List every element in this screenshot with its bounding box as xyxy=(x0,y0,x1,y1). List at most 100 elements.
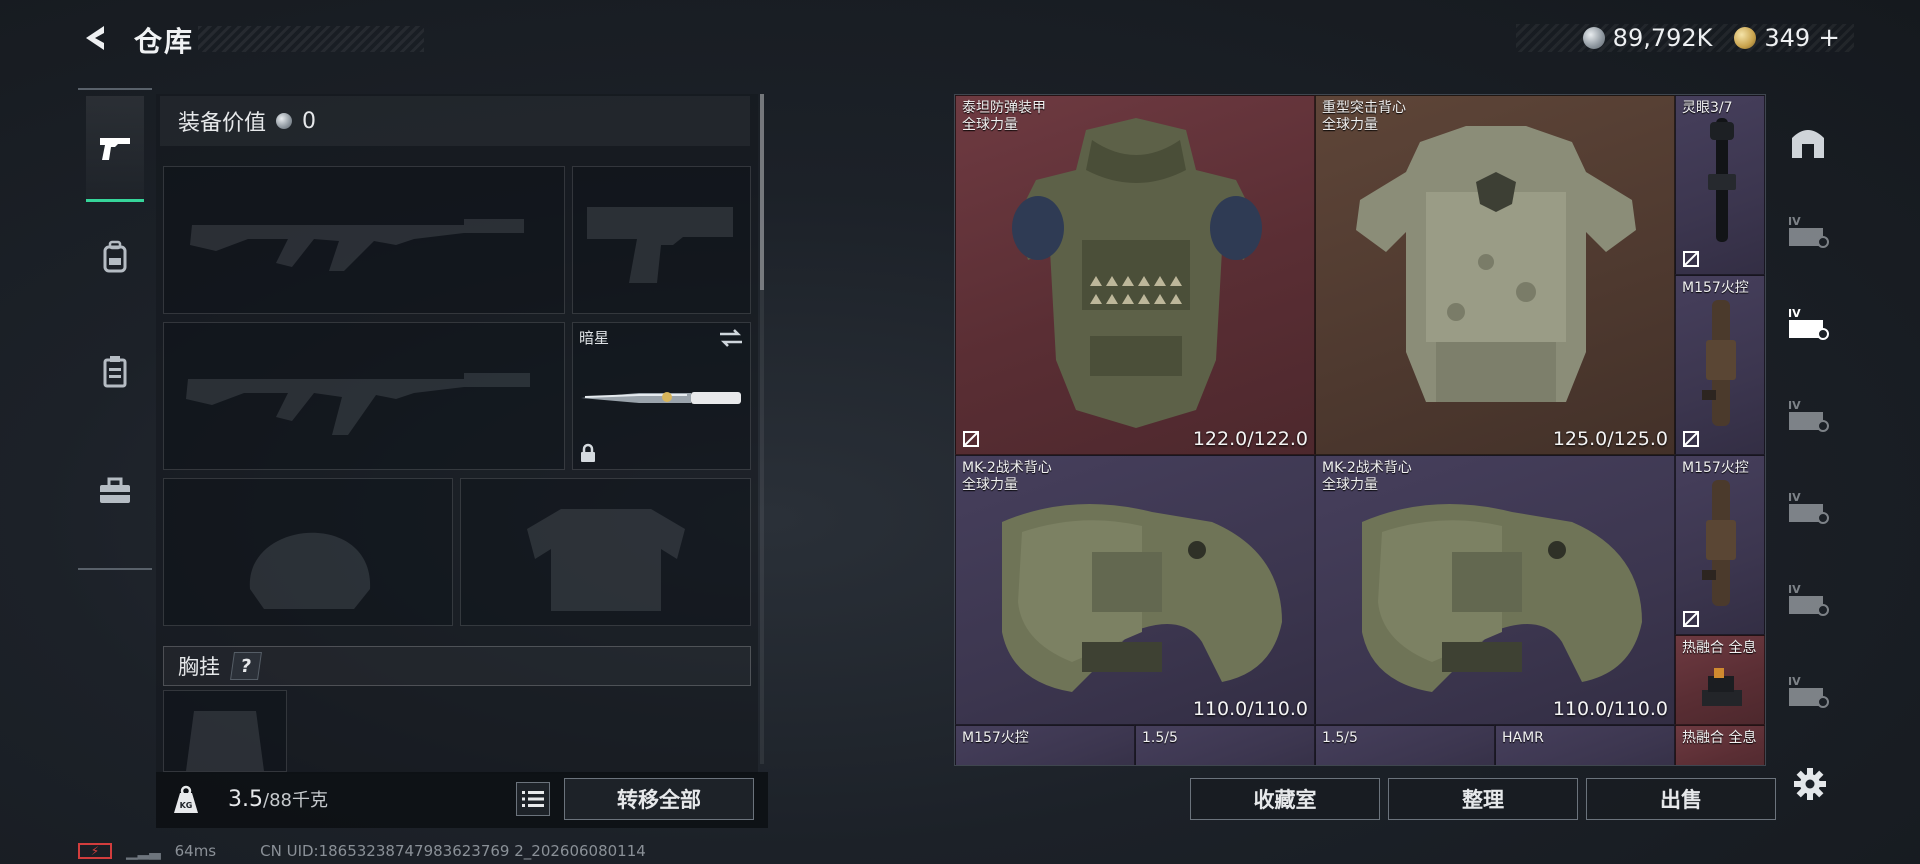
weight-icon: KG xyxy=(174,785,198,813)
inventory-item[interactable]: 重型突击背心 全球力量 125.0/125.0 xyxy=(1315,95,1675,455)
item-name: 1.5/5 xyxy=(1322,730,1358,746)
gear-icon xyxy=(1794,768,1826,800)
rail-item-backpack[interactable] xyxy=(86,204,144,310)
inventory-item[interactable]: HAMR xyxy=(1495,725,1675,765)
equipment-value-row: 装备价值 0 xyxy=(160,96,750,146)
category-rail xyxy=(78,88,152,570)
inventory-grid[interactable]: 泰坦防弹装甲 全球力量 122.0/122.0 重型突击背心 全球力量 125.… xyxy=(954,94,1766,766)
inventory-item[interactable]: 灵眼3/7 xyxy=(1675,95,1765,275)
item-name: MK-2战术背心 xyxy=(1322,460,1412,476)
storage-tab-4[interactable]: IV xyxy=(1786,486,1830,530)
currency-bar: 89,792K 349 + xyxy=(1516,23,1854,53)
pistol-icon xyxy=(100,137,130,160)
item-name: 灵眼3/7 xyxy=(1682,100,1733,116)
storage-tab-4-icon: IV xyxy=(1788,491,1829,524)
silver-currency: 89,792K xyxy=(1582,24,1713,52)
rail-item-chest-rig[interactable] xyxy=(86,318,144,424)
storage-tab-3[interactable]: IV xyxy=(1786,394,1830,438)
inventory-item[interactable]: 泰坦防弹装甲 全球力量 122.0/122.0 xyxy=(955,95,1315,455)
secondary-weapon-slot[interactable] xyxy=(163,322,565,470)
rail-item-toolbox[interactable] xyxy=(86,438,144,544)
inventory-item[interactable]: MK-2战术背心 全球力量 110.0/110.0 xyxy=(1315,455,1675,725)
knife-icon xyxy=(581,392,741,404)
page-title: 仓库 xyxy=(134,25,195,58)
item-name: 热融合 全息 xyxy=(1682,730,1757,746)
help-button[interactable]: ? xyxy=(230,652,262,680)
inventory-item[interactable]: 热融合 全息 xyxy=(1675,635,1765,725)
sidearm-slot[interactable] xyxy=(572,166,751,314)
storage-tab-5[interactable]: IV xyxy=(1786,578,1830,622)
no-trade-icon xyxy=(1683,251,1699,267)
rig-silhouette-icon xyxy=(186,711,264,771)
chest-rig-icon xyxy=(103,356,127,388)
inventory-item[interactable]: M157火控 xyxy=(1675,455,1765,635)
rifle-silhouette-icon xyxy=(186,373,530,435)
inventory-item[interactable]: M157火控 xyxy=(955,725,1135,765)
chest-rig-section-header: 胸挂 ? xyxy=(163,646,751,686)
equip-value: 0 xyxy=(302,108,317,134)
list-icon xyxy=(522,791,544,807)
collection-room-button[interactable]: 收藏室 xyxy=(1190,778,1380,820)
helmet-slot[interactable] xyxy=(163,478,453,626)
inventory-item[interactable]: 1.5/5 xyxy=(1135,725,1315,765)
swap-icon[interactable] xyxy=(718,327,744,349)
settings-button[interactable] xyxy=(1790,764,1830,804)
svg-text:IV: IV xyxy=(1788,399,1801,412)
melee-name: 暗星 xyxy=(579,329,610,347)
signal-icon: ▁▂▃ xyxy=(126,842,161,860)
toolbox-icon xyxy=(100,477,130,503)
weight-indicator: KG xyxy=(168,782,204,818)
ping-text: 64ms xyxy=(174,842,217,860)
item-name: M157火控 xyxy=(1682,280,1749,296)
vault-tab[interactable] xyxy=(1786,120,1830,164)
rifle-silhouette-icon xyxy=(190,219,524,271)
item-durability: 122.0/122.0 xyxy=(1192,428,1308,450)
armor-silhouette-icon xyxy=(527,509,685,611)
storage-tabs-rail: IV IV IV IV IV IV xyxy=(1772,94,1842,766)
organize-button[interactable]: 整理 xyxy=(1388,778,1578,820)
add-currency-button[interactable]: + xyxy=(1818,23,1840,53)
storage-tab-2-icon: IV xyxy=(1788,307,1829,340)
no-trade-icon xyxy=(1683,611,1699,627)
inventory-item[interactable]: 1.5/5 xyxy=(1315,725,1495,765)
storage-tab-2[interactable]: IV xyxy=(1786,302,1830,346)
chest-rig-label: 胸挂 xyxy=(178,655,220,679)
svg-text:KG: KG xyxy=(180,801,193,810)
svg-text:IV: IV xyxy=(1788,215,1801,228)
weight-current: 3.5 xyxy=(228,787,263,812)
equip-value-label: 装备价值 xyxy=(178,111,267,136)
item-name: M157火控 xyxy=(1682,460,1749,476)
weight-max: /88千克 xyxy=(263,790,328,811)
body-armor-slot[interactable] xyxy=(460,478,751,626)
back-button[interactable] xyxy=(76,18,116,58)
inventory-item[interactable]: MK-2战术背心 全球力量 110.0/110.0 xyxy=(955,455,1315,725)
inventory-item[interactable]: M157火控 xyxy=(1675,275,1765,455)
item-name: M157火控 xyxy=(962,730,1029,746)
gold-coin-icon xyxy=(1734,27,1757,49)
svg-text:IV: IV xyxy=(1788,307,1801,320)
lock-icon xyxy=(581,443,595,462)
primary-weapon-slot[interactable] xyxy=(163,166,565,314)
sell-button[interactable]: 出售 xyxy=(1586,778,1776,820)
fire-control-icon xyxy=(1702,300,1736,426)
transfer-all-button[interactable]: 转移全部 xyxy=(564,778,754,820)
no-trade-icon xyxy=(1683,431,1699,447)
melee-slot[interactable]: 暗星 xyxy=(572,322,751,470)
storage-tab-1-icon: IV xyxy=(1788,215,1829,248)
storage-tab-6[interactable]: IV xyxy=(1786,670,1830,714)
storage-tab-1[interactable]: IV xyxy=(1786,210,1830,254)
silver-amount: 89,792K xyxy=(1612,24,1713,52)
list-view-button[interactable] xyxy=(516,782,550,816)
item-name: HAMR xyxy=(1502,730,1544,746)
loadout-scroll-thumb[interactable] xyxy=(760,94,764,290)
item-name: MK-2战术背心 xyxy=(962,460,1052,476)
gold-currency[interactable]: 349 + xyxy=(1734,23,1840,53)
helmet-silhouette-icon xyxy=(249,532,371,609)
chest-rig-slot[interactable] xyxy=(163,690,287,772)
backpack-icon xyxy=(103,240,127,273)
rail-item-weapons[interactable] xyxy=(86,96,144,202)
inventory-item[interactable]: 热融合 全息 xyxy=(1675,725,1765,765)
uid-text: CN UID:18653238747983623769 2_2026060801… xyxy=(260,842,646,860)
title-decoration xyxy=(198,26,424,52)
svg-text:IV: IV xyxy=(1788,675,1801,688)
